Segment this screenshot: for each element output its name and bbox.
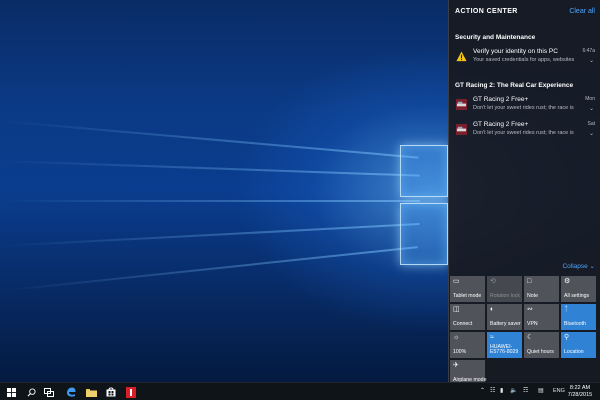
light-beam bbox=[0, 120, 419, 159]
notification-time: Mon bbox=[585, 96, 595, 102]
brightness-icon: ☼ bbox=[453, 334, 460, 341]
notification-title: GT Racing 2 Free+ bbox=[473, 121, 529, 128]
quick-action-location[interactable]: ⚲ Location bbox=[561, 332, 596, 358]
edge-icon[interactable] bbox=[64, 386, 78, 398]
quick-action-all-settings[interactable]: ⚙ All settings bbox=[561, 276, 596, 302]
notification-body: Don't let your sweet rides rust; the rac… bbox=[473, 105, 574, 111]
quick-action-label: Connect bbox=[453, 321, 473, 328]
quick-action-note[interactable]: □ Note bbox=[524, 276, 559, 302]
note-icon: □ bbox=[527, 278, 532, 285]
quick-action-rotation-lock[interactable]: ⟲ Rotation lock bbox=[487, 276, 522, 302]
notification-body: Your saved credentials for apps, website… bbox=[473, 57, 575, 63]
action-center-title: ACTION CENTER bbox=[455, 8, 518, 15]
gt-racing-app-icon bbox=[456, 124, 467, 135]
file-explorer-icon[interactable] bbox=[84, 386, 98, 398]
show-hidden-icons-icon[interactable]: ⌃ bbox=[480, 387, 485, 394]
quick-action-label: Tablet mode bbox=[453, 293, 482, 300]
quick-action-bluetooth[interactable]: ᛏ Bluetooth bbox=[561, 304, 596, 330]
notification-item[interactable]: GT Racing 2 Free+ Don't let your sweet r… bbox=[453, 93, 597, 119]
quick-action-label: Bluetooth bbox=[564, 321, 586, 328]
quick-action-label: 100% bbox=[453, 349, 467, 356]
store-icon[interactable] bbox=[104, 386, 118, 398]
start-icon[interactable] bbox=[4, 386, 18, 398]
airplane-icon: ✈ bbox=[453, 362, 459, 369]
quick-action-battery-saver[interactable]: ◐ Battery saver bbox=[487, 304, 522, 330]
battery-icon[interactable]: ▮ bbox=[500, 387, 503, 394]
input-language[interactable]: ENG bbox=[553, 388, 565, 394]
light-beam bbox=[0, 200, 420, 202]
network-wireless-icon[interactable]: ☶ bbox=[523, 387, 528, 394]
task-view-icon[interactable] bbox=[42, 386, 56, 398]
quick-action-tablet-mode[interactable]: ▭ Tablet mode bbox=[450, 276, 485, 302]
quick-action-label: Rotation lock bbox=[490, 293, 520, 300]
gt-racing-taskbar-icon[interactable] bbox=[124, 386, 138, 398]
taskbar-date: 7/28/2015 bbox=[567, 392, 593, 398]
tablet-mode-icon: ▭ bbox=[453, 278, 460, 285]
quick-action-label: Quiet hours bbox=[527, 349, 554, 356]
quick-action-wifi[interactable]: ≈ HUAWEI- E5776-8029 bbox=[487, 332, 522, 358]
warning-icon bbox=[456, 51, 467, 62]
notification-time: 6:47a bbox=[582, 48, 595, 54]
volume-icon[interactable]: 🔈 bbox=[510, 387, 517, 394]
expand-chevron-icon[interactable]: ⌄ bbox=[589, 130, 594, 137]
collapse-link[interactable]: Collapse ⌄ bbox=[562, 262, 595, 270]
gear-icon: ⚙ bbox=[564, 278, 571, 285]
search-icon[interactable] bbox=[24, 386, 38, 398]
quick-action-label: Location bbox=[564, 349, 584, 356]
notification-group-title: GT Racing 2: The Real Car Experience bbox=[455, 82, 574, 89]
logo-pane bbox=[400, 203, 448, 265]
notification-time: Sat bbox=[587, 121, 595, 127]
logo-pane bbox=[400, 145, 448, 197]
notification-title: GT Racing 2 Free+ bbox=[473, 96, 529, 103]
rotation-lock-icon: ⟲ bbox=[490, 278, 496, 285]
quick-action-vpn[interactable]: ∾ VPN bbox=[524, 304, 559, 330]
notification-group-title: Security and Maintenance bbox=[455, 34, 536, 41]
taskbar: ⌃ ☷ ▮ 🔈 ☶ ▤ ENG 8:22 AM 7/28/2015 bbox=[0, 382, 600, 400]
action-center-header: ACTION CENTER Clear all bbox=[455, 8, 595, 20]
quick-action-brightness[interactable]: ☼ 100% bbox=[450, 332, 485, 358]
location-icon: ⚲ bbox=[564, 334, 570, 341]
moon-icon: ☾ bbox=[527, 334, 534, 341]
bluetooth-icon: ᛏ bbox=[564, 306, 569, 313]
quick-action-label: Battery saver bbox=[490, 321, 521, 328]
action-center-taskbar-icon[interactable]: ▤ bbox=[538, 387, 544, 394]
quick-action-label: VPN bbox=[527, 321, 538, 328]
vpn-icon: ∾ bbox=[527, 306, 533, 313]
quick-action-label-line2: E5776-8029 bbox=[490, 349, 519, 356]
notification-item[interactable]: Verify your identity on this PC Your sav… bbox=[453, 45, 597, 71]
light-beam bbox=[0, 160, 420, 177]
notification-body: Don't let your sweet rides rust; the rac… bbox=[473, 130, 574, 136]
quick-action-label: All settings bbox=[564, 293, 590, 300]
taskbar-time: 8:22 AM bbox=[569, 385, 591, 391]
quick-action-quiet-hours[interactable]: ☾ Quiet hours bbox=[524, 332, 559, 358]
gt-racing-app-icon bbox=[456, 99, 467, 110]
connect-icon: ◫ bbox=[453, 306, 460, 313]
clear-all-link[interactable]: Clear all bbox=[569, 8, 595, 15]
wifi-icon: ≈ bbox=[490, 334, 494, 341]
quick-action-connect[interactable]: ◫ Connect bbox=[450, 304, 485, 330]
chevron-down-icon: ⌄ bbox=[589, 263, 595, 270]
battery-saver-icon: ◐ bbox=[490, 306, 495, 313]
quick-action-label: Note bbox=[527, 293, 538, 300]
notification-item[interactable]: GT Racing 2 Free+ Don't let your sweet r… bbox=[453, 118, 597, 144]
taskbar-clock[interactable]: 8:22 AM 7/28/2015 bbox=[565, 385, 595, 399]
expand-chevron-icon[interactable]: ⌄ bbox=[589, 105, 594, 112]
notification-title: Verify your identity on this PC bbox=[473, 48, 558, 55]
light-beam bbox=[0, 246, 418, 292]
expand-chevron-icon[interactable]: ⌄ bbox=[589, 57, 594, 64]
network-icon[interactable]: ☷ bbox=[490, 387, 495, 394]
collapse-label: Collapse bbox=[562, 263, 588, 270]
light-beam bbox=[0, 223, 420, 247]
